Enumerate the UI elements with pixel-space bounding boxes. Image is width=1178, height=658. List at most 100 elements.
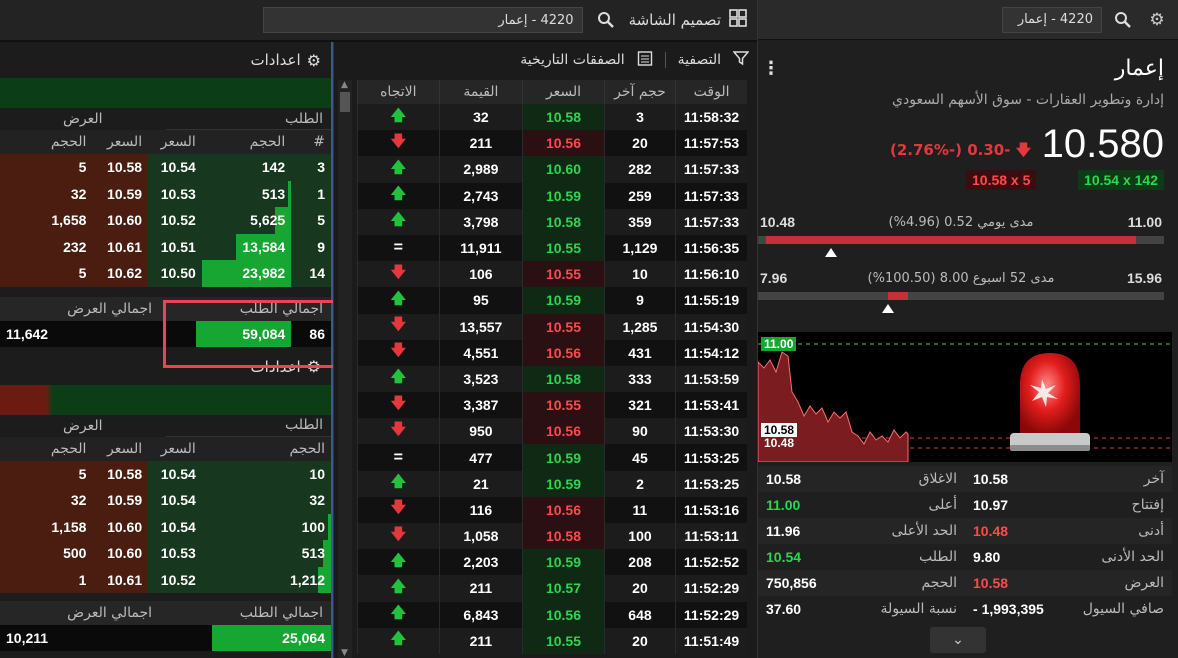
trade-row[interactable]: 11:54:12 431 10.56 4,551 🡇	[357, 339, 747, 366]
gear-icon[interactable]: ⚙	[1144, 8, 1170, 32]
trades-scrollbar[interactable]: ▲ ▼	[338, 80, 352, 658]
stat-value: 10.58	[973, 471, 1009, 487]
col-value[interactable]: القيمة	[438, 80, 523, 104]
more-menu-icon[interactable]: ⋮	[762, 58, 780, 79]
book-row[interactable]: 5 5,625 10.52 10.60 1,658	[0, 207, 331, 234]
col-ask-volume[interactable]: الحجم	[0, 130, 92, 154]
expand-chevron-button[interactable]: ⌄	[930, 627, 986, 653]
trade-row[interactable]: 11:56:35 1,129 10.55 11,911 =	[357, 234, 747, 262]
book-row[interactable]: 1,212 10.52 10.61 1	[0, 566, 331, 593]
col-ask-price[interactable]: السعر	[92, 437, 148, 461]
settings-icon[interactable]: ⚙	[307, 51, 321, 70]
search-icon[interactable]	[593, 8, 619, 32]
trade-price: 10.55	[522, 627, 605, 654]
filter-icon[interactable]	[732, 50, 750, 70]
trade-row[interactable]: 11:51:49 20 10.55 211 🡅	[357, 627, 747, 654]
trade-row[interactable]: 11:56:10 10 10.55 106 🡇	[357, 261, 747, 288]
col-bid-price[interactable]: السعر	[148, 130, 202, 154]
book-bid-volume: 32	[201, 487, 331, 514]
book-ask-volume: 5	[0, 260, 93, 287]
col-bid-volume[interactable]: الحجم	[202, 130, 291, 154]
book-row[interactable]: 9 13,584 10.51 10.61 232	[0, 233, 331, 260]
stat-cell: الاغلاق 10.58	[758, 471, 965, 487]
historical-trades-button[interactable]: الصفقات التاريخية	[520, 52, 624, 68]
dashboard-search-input[interactable]: 4220 - إعمار	[262, 7, 583, 33]
book-row[interactable]: 100 10.54 10.60 1,158	[0, 513, 331, 540]
intraday-chart[interactable]: 11.00 10.58 10.48	[758, 332, 1172, 462]
book-row[interactable]: 3 142 10.54 10.58 5	[0, 154, 331, 181]
trade-row[interactable]: 11:57:33 259 10.59 2,743 🡅	[357, 182, 747, 209]
trade-row[interactable]: 11:53:25 45 10.59 477 =	[357, 444, 747, 471]
trade-volume: 282	[603, 156, 676, 183]
calendar-icon[interactable]	[637, 50, 653, 70]
trade-price: 10.55	[522, 261, 605, 288]
book1-rows: 3 142 10.54 10.58 5 1 513 10.53 10.59 32 5 5,625 10.…	[0, 154, 331, 287]
trade-row[interactable]: 11:57:33 359 10.58 3,798 🡅	[357, 208, 747, 235]
stat-value: 37.60	[766, 601, 802, 617]
trade-price: 10.56	[522, 339, 605, 366]
trade-direction: 🡅	[357, 601, 440, 628]
col-count[interactable]: #	[291, 130, 331, 154]
trade-row[interactable]: 11:52:29 20 10.57 211 🡅	[357, 575, 747, 602]
up-arrow-icon: 🡅	[390, 106, 407, 124]
trade-time: 11:56:10	[675, 261, 747, 288]
trade-row[interactable]: 11:53:11 100 10.58 1,058 🡇	[357, 523, 747, 550]
book-row[interactable]: 14 23,982 10.50 10.62 5	[0, 260, 331, 287]
trade-row[interactable]: 11:53:41 321 10.55 3,387 🡇	[357, 392, 747, 419]
trades-table: الوقت حجم آخر السعر القيمة الاتجاه 11:58…	[357, 80, 747, 654]
col-bid-volume[interactable]: الحجم	[202, 437, 331, 461]
trade-direction: 🡅	[357, 549, 440, 576]
book1-settings-label[interactable]: اعدادات	[251, 51, 301, 69]
trade-row[interactable]: 11:52:29 648 10.56 6,843 🡅	[357, 601, 747, 628]
trade-row[interactable]: 11:57:53 20 10.56 211 🡇	[357, 130, 747, 157]
book-row[interactable]: 1 513 10.53 10.59 32	[0, 180, 331, 207]
dashboard-design-button[interactable]: تصميم الشاشة	[629, 9, 747, 31]
trade-volume: 208	[603, 549, 676, 576]
trade-row[interactable]: 11:53:25 2 10.59 21 🡅	[357, 470, 747, 497]
trade-row[interactable]: 11:55:19 9 10.59 95 🡅	[357, 287, 747, 314]
col-bid-price[interactable]: السعر	[148, 437, 202, 461]
change-pct: (2.76%-)	[890, 141, 962, 159]
stock-search-input[interactable]: 4220 - إعمار	[1002, 6, 1102, 33]
intraday-chart-svg	[758, 343, 1172, 462]
trade-row[interactable]: 11:52:52 208 10.59 2,203 🡅	[357, 549, 747, 576]
trade-row[interactable]: 11:54:30 1,285 10.55 13,557 🡇	[357, 313, 747, 340]
total-bid-label: اجمالي الطلب	[239, 605, 323, 621]
trade-row[interactable]: 11:58:32 3 10.58 32 🡅	[357, 104, 747, 131]
trade-time: 11:53:11	[675, 523, 747, 550]
book-bid-price: 10.54	[148, 154, 202, 181]
col-time[interactable]: الوقت	[675, 80, 747, 104]
trade-price: 10.56	[522, 496, 605, 523]
scroll-thumb[interactable]	[340, 92, 350, 112]
trade-row[interactable]: 11:53:59 333 10.58 3,523 🡅	[357, 365, 747, 393]
trade-price: 10.58	[522, 523, 605, 550]
scroll-down-icon[interactable]: ▼	[341, 648, 348, 658]
book-row[interactable]: 513 10.53 10.60 500	[0, 540, 331, 567]
bid-volume-text: 5,625	[250, 212, 286, 229]
trade-row[interactable]: 11:57:33 282 10.60 2,989 🡅	[357, 156, 747, 183]
stock-topbar: ⚙ 4220 - إعمار	[758, 0, 1178, 40]
scroll-up-icon[interactable]: ▲	[341, 80, 348, 90]
down-arrow-icon: 🡇	[390, 499, 407, 517]
bid-volume-text: 513	[301, 545, 325, 562]
stat-value: 11.96	[766, 523, 801, 539]
search-icon[interactable]	[1110, 8, 1136, 32]
col-price[interactable]: السعر	[522, 80, 605, 104]
col-ask-volume[interactable]: الحجم	[0, 437, 92, 461]
col-last-volume[interactable]: حجم آخر	[603, 80, 676, 104]
trade-value: 3,387	[438, 392, 523, 419]
book-row[interactable]: 32 10.54 10.59 32	[0, 487, 331, 514]
trade-price: 10.56	[522, 130, 605, 157]
col-direction[interactable]: الاتجاه	[357, 80, 440, 104]
trade-price: 10.59	[522, 444, 605, 471]
trade-direction: 🡇	[357, 392, 440, 419]
book2-totals-header: اجمالي الطلب اجمالي العرض	[0, 601, 331, 625]
trade-direction: 🡇	[357, 523, 440, 550]
trade-row[interactable]: 11:53:30 90 10.56 950 🡇	[357, 418, 747, 445]
alert-siren-icon[interactable]	[1006, 345, 1094, 457]
book-row[interactable]: 10 10.54 10.58 5	[0, 460, 331, 487]
col-ask-price[interactable]: السعر	[92, 130, 148, 154]
toolbar-divider	[664, 52, 666, 68]
filter-button[interactable]: التصفية	[678, 52, 721, 68]
trade-row[interactable]: 11:53:16 11 10.56 116 🡇	[357, 496, 747, 523]
